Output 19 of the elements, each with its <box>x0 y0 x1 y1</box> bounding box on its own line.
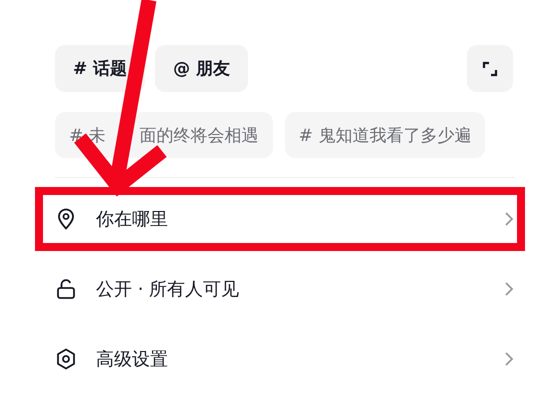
expand-button[interactable] <box>467 45 513 92</box>
settings-label: 公开 · 所有人可见 <box>96 278 240 301</box>
chip-button[interactable]: @ 朋友 <box>155 45 248 92</box>
chevron-right-icon <box>504 281 514 297</box>
chevron-right-icon <box>504 211 514 227</box>
topic-text: 面的终将会相遇 <box>140 124 259 146</box>
settings-icon <box>56 348 76 370</box>
topic-text: # 鬼知道我看了多少遍 <box>298 124 472 146</box>
topic-text: # 未 <box>69 124 106 146</box>
settings-row[interactable]: 公开 · 所有人可见 <box>35 257 525 321</box>
settings-row[interactable]: 高级设置 <box>35 327 525 391</box>
unlock-icon <box>56 278 76 300</box>
topic-suggestion[interactable]: # 鬼知道我看了多少遍 <box>284 112 486 158</box>
settings-label: 你在哪里 <box>96 208 169 231</box>
location-pin-icon <box>56 208 76 230</box>
settings-label: 高级设置 <box>96 348 169 371</box>
expand-icon <box>482 60 498 76</box>
chevron-right-icon <box>504 351 514 367</box>
highlighted-settings-row[interactable]: 你在哪里 <box>35 187 525 251</box>
